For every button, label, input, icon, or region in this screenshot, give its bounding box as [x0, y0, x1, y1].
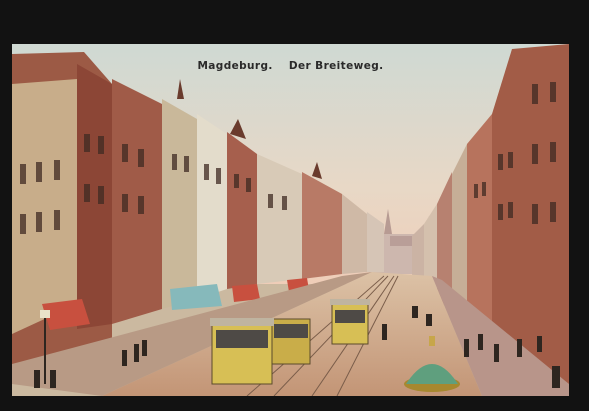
caption-street: Der Breiteweg. [288, 60, 384, 72]
caption-city: Magdeburg. [197, 60, 273, 72]
postcard-caption: Magdeburg. Der Breiteweg. [12, 60, 569, 72]
street-scene [12, 44, 569, 396]
postcard-photo: Magdeburg. Der Breiteweg. [12, 44, 569, 396]
postcard-border: Magdeburg. Der Breiteweg. [0, 0, 589, 411]
tram-middle [330, 299, 370, 345]
